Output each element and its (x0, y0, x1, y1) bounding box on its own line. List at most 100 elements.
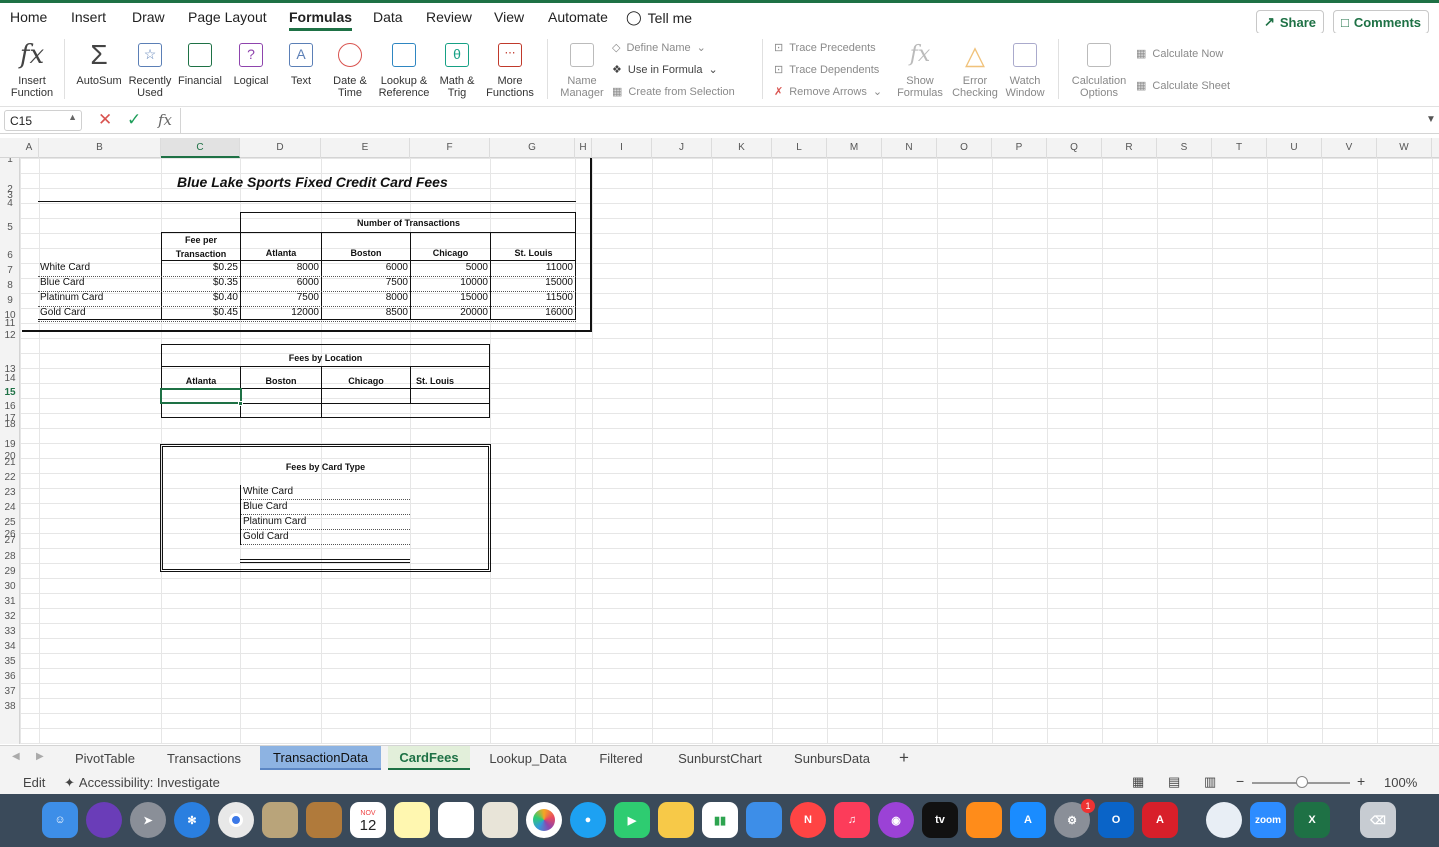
cancel-icon[interactable]: ✕ (98, 110, 112, 130)
name-box[interactable]: C15 ▲ (4, 110, 82, 131)
tab-review[interactable]: Review (426, 9, 472, 25)
vpn-icon[interactable] (1206, 802, 1242, 838)
define-name-button[interactable]: ◇ Define Name ⌄ (612, 41, 706, 55)
calculate-now-button[interactable]: ▦ Calculate Now (1136, 47, 1223, 61)
column-header-a[interactable]: A (20, 138, 39, 158)
tab-insert[interactable]: Insert (71, 9, 106, 25)
calculation-options-button[interactable]: Calculation Options (1068, 39, 1130, 99)
financial-button[interactable]: Financial (176, 39, 224, 87)
row-header-1[interactable]: 1 (0, 158, 19, 165)
column-header-d[interactable]: D (240, 138, 321, 158)
row-header-9[interactable]: 9 (0, 295, 19, 306)
reminders-icon[interactable] (438, 802, 474, 838)
row-header-4[interactable]: 4 (0, 198, 19, 209)
tab-scroll-right-icon[interactable]: ▶ (36, 751, 44, 762)
column-header-b[interactable]: B (39, 138, 161, 158)
autosum-button[interactable]: Σ AutoSum (74, 39, 124, 88)
notes-icon[interactable] (394, 802, 430, 838)
fx-label[interactable]: fx (158, 111, 172, 129)
row-header-21[interactable]: 21 (0, 457, 19, 468)
autocad-icon[interactable]: A (1142, 802, 1178, 838)
more-functions-button[interactable]: ⋯ More Functions (483, 39, 537, 99)
column-header-f[interactable]: F (410, 138, 490, 158)
trash-icon[interactable]: ⌫ (1360, 802, 1396, 838)
row-header-6[interactable]: 6 (0, 250, 19, 261)
sheet-tab-transactions[interactable]: Transactions (156, 746, 252, 770)
tab-page-layout[interactable]: Page Layout (188, 9, 267, 25)
date-time-button[interactable]: Date & Time (326, 39, 374, 99)
share-button[interactable]: ↗ Share (1256, 10, 1324, 34)
recently-used-button[interactable]: ☆ Recently Used (126, 39, 174, 99)
zoom-slider-thumb[interactable] (1296, 776, 1308, 788)
facetime-icon[interactable]: ▶ (614, 802, 650, 838)
row-header-38[interactable]: 38 (0, 701, 19, 712)
row-header-33[interactable]: 33 (0, 626, 19, 637)
tab-home[interactable]: Home (10, 9, 47, 25)
tab-view[interactable]: View (494, 9, 524, 25)
column-header-g[interactable]: G (490, 138, 575, 158)
name-manager-button[interactable]: Name Manager (558, 39, 606, 99)
books-icon[interactable] (966, 802, 1002, 838)
column-header-n[interactable]: N (882, 138, 937, 158)
tab-draw[interactable]: Draw (132, 9, 165, 25)
row-header-18[interactable]: 18 (0, 419, 19, 430)
column-header-i[interactable]: I (592, 138, 652, 158)
use-in-formula-button[interactable]: ❖ Use in Formula ⌄ (612, 63, 718, 77)
keynote-icon[interactable] (746, 802, 782, 838)
music-icon[interactable]: ♫ (834, 802, 870, 838)
preview-icon[interactable] (262, 802, 298, 838)
trace-dependents-button[interactable]: ⊡ Trace Dependents (774, 63, 879, 77)
calendar-icon[interactable]: NOV 12 (350, 802, 386, 838)
outlook-icon[interactable]: O (1098, 802, 1134, 838)
row-header-19[interactable]: 19 (0, 439, 19, 450)
formula-input[interactable] (180, 108, 1420, 133)
row-header-23[interactable]: 23 (0, 487, 19, 498)
row-header-30[interactable]: 30 (0, 581, 19, 592)
accessibility-status[interactable]: ✦ Accessibility: Investigate (64, 775, 220, 791)
watch-window-button[interactable]: Watch Window (1002, 39, 1048, 99)
column-header-p[interactable]: P (992, 138, 1047, 158)
page-break-view-icon[interactable]: ▥ (1204, 774, 1216, 790)
show-formulas-button[interactable]: fx Show Formulas (896, 39, 944, 100)
column-header-e[interactable]: E (321, 138, 410, 158)
column-header-v[interactable]: V (1322, 138, 1377, 158)
contacts-icon[interactable] (306, 802, 342, 838)
tab-formulas[interactable]: Formulas (289, 9, 353, 31)
column-header-c[interactable]: C (161, 138, 240, 158)
excel-icon[interactable]: X (1294, 802, 1330, 838)
zoom-out-icon[interactable]: − (1236, 773, 1244, 789)
row-header-25[interactable]: 25 (0, 517, 19, 528)
photos-icon[interactable] (526, 802, 562, 838)
selected-cell-c15[interactable] (160, 388, 242, 404)
create-from-selection-button[interactable]: ▦ Create from Selection (612, 85, 735, 99)
news-icon[interactable]: N (790, 802, 826, 838)
sheet-tab-lookup_data[interactable]: Lookup_Data (478, 746, 578, 770)
expand-formula-icon[interactable]: ▼ (1426, 114, 1436, 125)
lookup-reference-button[interactable]: Lookup & Reference (377, 39, 431, 99)
worksheet-grid[interactable]: Blue Lake Sports Fixed Credit Card Fees … (20, 158, 1439, 744)
numbers-icon[interactable]: ▮▮ (702, 802, 738, 838)
insert-function-button[interactable]: fx Insert Function (6, 39, 58, 99)
column-header-o[interactable]: O (937, 138, 992, 158)
row-header-29[interactable]: 29 (0, 566, 19, 577)
row-header-35[interactable]: 35 (0, 656, 19, 667)
row-header-12[interactable]: 12 (0, 330, 19, 341)
tab-automate[interactable]: Automate (548, 9, 608, 25)
row-header-28[interactable]: 28 (0, 551, 19, 562)
sheet-tab-sunbursdata[interactable]: SunbursData (782, 746, 882, 770)
tab-data[interactable]: Data (373, 9, 403, 25)
app-store-icon[interactable]: A (1010, 802, 1046, 838)
apple-tv-icon[interactable]: tv (922, 802, 958, 838)
logical-button[interactable]: ? Logical (228, 39, 274, 87)
chrome-icon[interactable] (218, 802, 254, 838)
tab-scroll-left-icon[interactable]: ◀ (12, 751, 20, 762)
column-header-w[interactable]: W (1377, 138, 1432, 158)
remove-arrows-button[interactable]: ✗ Remove Arrows ⌄ (774, 85, 882, 99)
row-header-24[interactable]: 24 (0, 502, 19, 513)
page-layout-view-icon[interactable]: ▤ (1168, 774, 1180, 790)
comments-button[interactable]: □ Comments (1333, 10, 1429, 34)
column-header-j[interactable]: J (652, 138, 712, 158)
pages-icon[interactable] (658, 802, 694, 838)
column-header-m[interactable]: M (827, 138, 882, 158)
finder-icon[interactable]: ☺ (42, 802, 78, 838)
